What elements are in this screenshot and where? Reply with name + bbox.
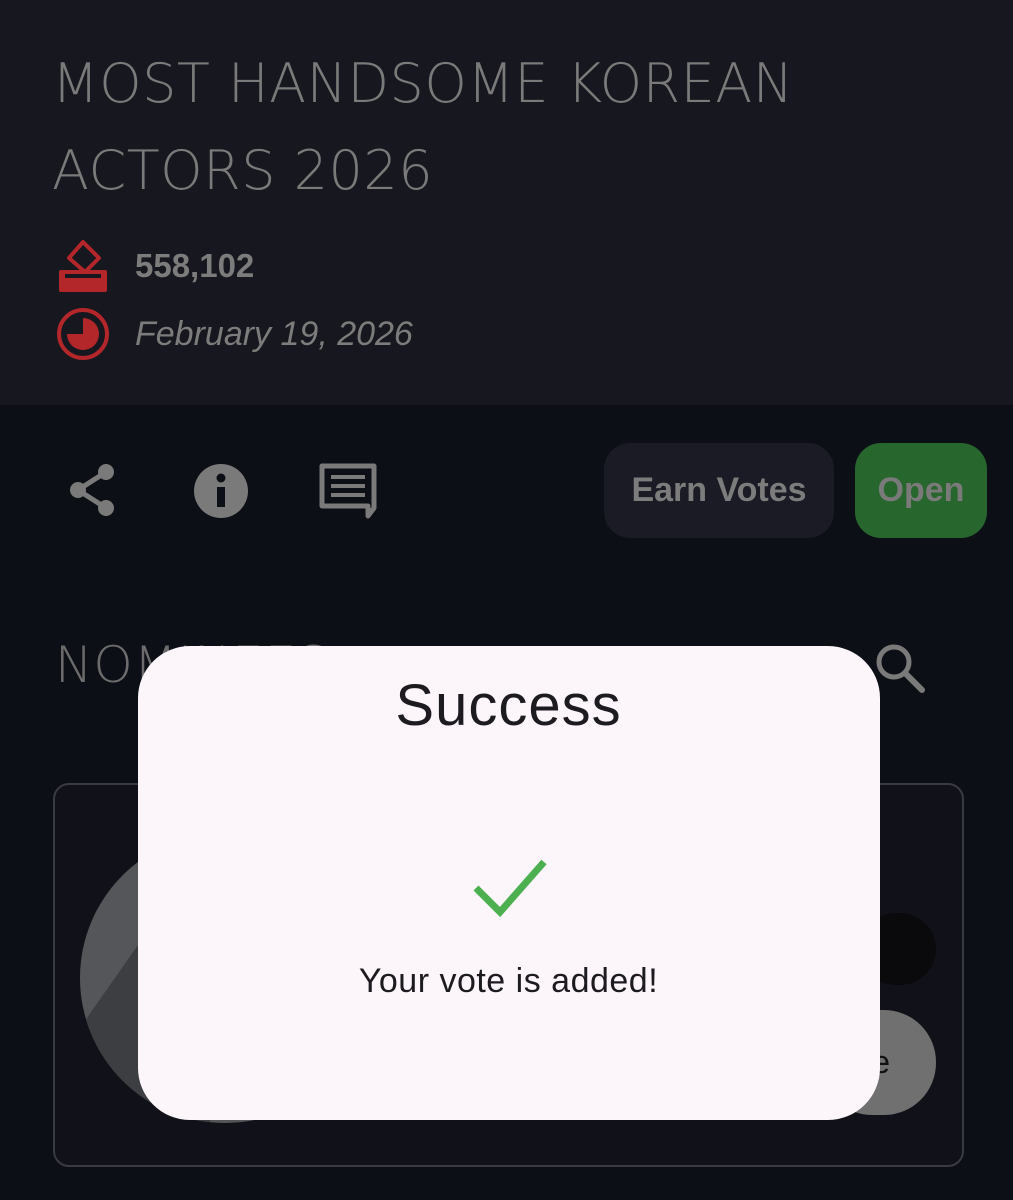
poll-date: February 19, 2026	[135, 314, 413, 353]
open-button[interactable]: Open	[855, 443, 987, 538]
clock-icon	[57, 308, 109, 360]
info-icon[interactable]	[191, 461, 251, 521]
comment-icon[interactable]	[318, 460, 378, 520]
check-icon	[473, 859, 547, 918]
dialog-message: Your vote is added!	[358, 962, 659, 1000]
ballot-box-icon	[59, 240, 107, 292]
share-icon[interactable]	[64, 460, 124, 520]
poll-header: MOST HANDSOME KOREAN ACTORS 2026 558,102…	[0, 0, 1013, 405]
dialog-title: Success	[395, 673, 622, 738]
date-row: February 19, 2026	[55, 306, 413, 362]
votes-row: 558,102	[55, 238, 254, 294]
votes-count: 558,102	[135, 247, 255, 284]
poll-title: MOST HANDSOME KOREAN ACTORS 2026	[52, 52, 794, 202]
earn-votes-button[interactable]: Earn Votes	[604, 443, 834, 538]
